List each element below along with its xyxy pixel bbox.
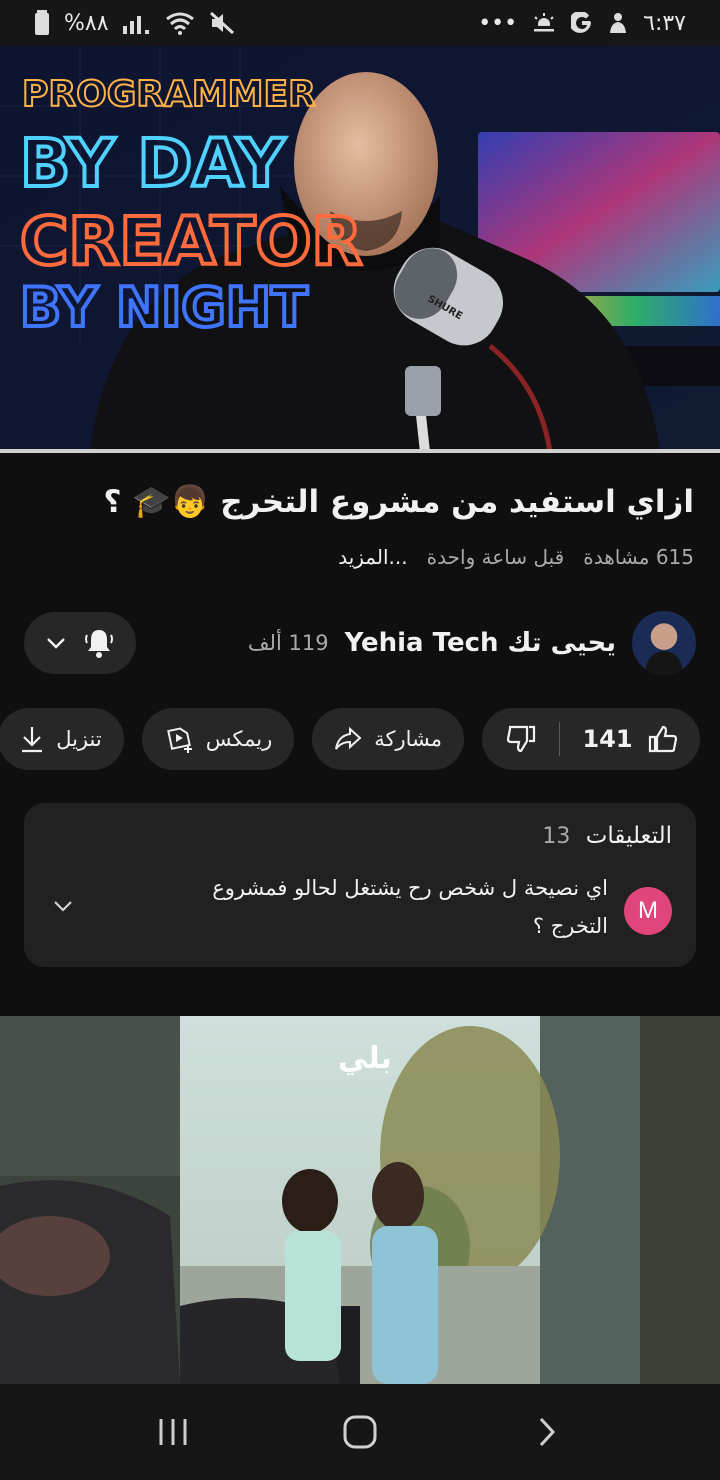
comments-count: 13 — [542, 824, 571, 849]
subscribe-notification-button[interactable] — [24, 612, 136, 674]
comments-header: التعليقات 13 — [542, 823, 672, 849]
thumbs-up-icon — [648, 725, 677, 753]
video-player[interactable]: PROGRAMMER BY DAY CREATOR BY NIGHT SHURE — [0, 46, 720, 452]
wifi-icon — [165, 11, 195, 35]
next-video-frame: بلي — [0, 1016, 720, 1384]
dislike-button[interactable] — [483, 724, 559, 754]
recent-apps-button[interactable] — [133, 1402, 213, 1462]
system-nav-bar — [0, 1384, 720, 1480]
commenter-avatar: M — [624, 887, 672, 935]
notification-icon — [607, 11, 629, 35]
signal-icon — [122, 12, 151, 34]
home-icon — [343, 1415, 377, 1449]
expand-chevron-icon[interactable] — [52, 899, 74, 913]
subscriber-count: 119 ألف — [247, 631, 329, 655]
battery-icon — [34, 10, 50, 36]
battery-percent: %٨٨ — [64, 10, 109, 36]
top-comment-text: اي نصيحة ل شخص رح يشتغل لحالو فمشروع الت… — [212, 876, 608, 938]
status-left: %٨٨ — [34, 10, 235, 36]
weather-icon — [531, 12, 557, 34]
home-button[interactable] — [320, 1402, 400, 1462]
status-bar: %٨٨ ••• ٦:٣٧ — [0, 0, 720, 46]
video-frame: PROGRAMMER BY DAY CREATOR BY NIGHT SHURE — [0, 46, 720, 452]
download-icon — [22, 727, 43, 753]
neon-line-1: PROGRAMMER — [22, 74, 316, 115]
like-button[interactable]: 141 — [560, 724, 698, 754]
back-chevron-icon — [539, 1417, 555, 1447]
download-button[interactable]: تنزيل — [0, 708, 124, 770]
next-video-watermark: بلي — [338, 1041, 392, 1076]
remix-button[interactable]: ريمكس — [141, 708, 295, 770]
chevron-down-icon — [47, 638, 65, 649]
video-progress-bar[interactable] — [0, 449, 720, 453]
video-meta[interactable]: 615 مشاهدة قبل ساعة واحدة ...المزيد — [26, 545, 694, 569]
recent-apps-icon — [159, 1419, 187, 1445]
channel-name[interactable]: يحيى تك Yehia Tech — [345, 628, 616, 658]
comments-heading: التعليقات — [585, 823, 672, 849]
channel-row: يحيى تك Yehia Tech 119 ألف — [24, 610, 696, 676]
channel-avatar[interactable] — [632, 611, 696, 675]
download-label: تنزيل — [56, 727, 102, 751]
next-video-thumbnail[interactable]: بلي — [0, 1016, 720, 1384]
video-title[interactable]: ازاي استفيد من مشروع التخرج 👦🎓 ؟ — [26, 480, 694, 524]
channel-info[interactable]: يحيى تك Yehia Tech 119 ألف — [248, 611, 696, 675]
status-right: ••• ٦:٣٧ — [478, 11, 686, 36]
view-count: 615 مشاهدة — [583, 545, 694, 569]
neon-line-4: BY NIGHT — [20, 276, 308, 339]
upload-time: قبل ساعة واحدة — [426, 545, 565, 569]
back-button[interactable] — [507, 1402, 587, 1462]
overflow-dots: ••• — [478, 10, 518, 36]
more-link[interactable]: ...المزيد — [338, 545, 407, 569]
share-icon — [335, 727, 362, 750]
remix-label: ريمكس — [205, 727, 273, 751]
thumbs-down-icon — [507, 725, 536, 753]
share-label: مشاركة — [374, 727, 442, 751]
neon-line-3: CREATOR — [20, 203, 362, 280]
comments-panel[interactable]: التعليقات 13 M اي نصيحة ل شخص رح يشتغل ل… — [24, 803, 696, 967]
like-count: 141 — [582, 725, 633, 753]
google-icon — [571, 12, 593, 34]
remix-icon — [166, 727, 192, 753]
share-button[interactable]: مشاركة — [312, 708, 464, 770]
bell-ringing-icon — [85, 630, 113, 658]
action-bar: 141 مشاركة ريمكس تنزيل — [0, 708, 700, 770]
neon-line-2: BY DAY — [20, 125, 286, 202]
like-dislike-group: 141 — [482, 708, 700, 770]
mute-icon — [209, 11, 235, 35]
clock: ٦:٣٧ — [643, 10, 686, 36]
